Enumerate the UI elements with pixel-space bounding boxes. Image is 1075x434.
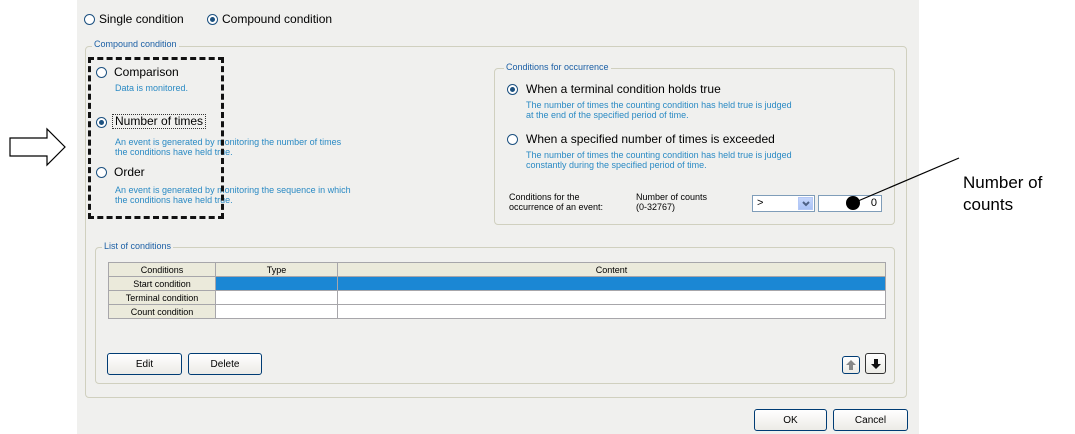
conditions-table: Conditions Type Content Start condition … — [108, 262, 886, 319]
content-cell[interactable] — [337, 276, 886, 291]
comparison-label: Comparison — [114, 65, 179, 79]
move-up-button[interactable] — [842, 356, 860, 374]
arrow-up-icon — [846, 360, 856, 370]
order-label: Order — [114, 165, 145, 179]
order-desc: An event is generated by monitoring the … — [115, 185, 351, 205]
compound-condition-label: Compound condition — [222, 12, 333, 26]
row-header: Terminal condition — [108, 290, 216, 305]
delete-button[interactable]: Delete — [188, 353, 262, 375]
exceeded-label: When a specified number of times is exce… — [526, 132, 775, 146]
callout-text: Number of counts — [963, 173, 1043, 214]
content-cell[interactable] — [337, 290, 886, 305]
type-cell[interactable] — [215, 304, 338, 319]
table-row[interactable]: Terminal condition — [108, 290, 886, 305]
row-header: Count condition — [108, 304, 216, 319]
operator-dropdown[interactable]: > — [752, 195, 815, 212]
occurrence-group-title: Conditions for occurrence — [504, 62, 611, 72]
arrow-down-icon — [870, 358, 881, 369]
number-of-counts-input[interactable]: 0 — [818, 195, 882, 212]
number-of-counts-label: Number of counts (0-32767) — [636, 192, 708, 212]
comparison-desc: Data is monitored. — [115, 83, 189, 93]
terminal-condition-desc: The number of times the counting conditi… — [526, 100, 792, 120]
column-header: Conditions — [108, 262, 216, 277]
move-down-button[interactable] — [865, 353, 886, 374]
edit-button[interactable]: Edit — [107, 353, 182, 375]
type-cell[interactable] — [215, 290, 338, 305]
ok-button[interactable]: OK — [754, 409, 827, 431]
column-header: Content — [337, 262, 886, 277]
event-occurrence-label: Conditions for the occurrence of an even… — [509, 192, 604, 212]
table-header-row: Conditions Type Content — [108, 262, 886, 277]
single-condition-label: Single condition — [99, 12, 184, 26]
content-cell[interactable] — [337, 304, 886, 319]
list-of-conditions-title: List of conditions — [102, 241, 174, 251]
table-row[interactable]: Count condition — [108, 304, 886, 319]
number-of-times-radio[interactable] — [96, 117, 107, 128]
number-of-counts-value: 0 — [870, 197, 877, 209]
number-of-times-label: Number of times — [112, 114, 207, 129]
column-header: Type — [215, 262, 338, 277]
single-condition-radio[interactable] — [84, 14, 95, 25]
type-cell[interactable] — [215, 276, 338, 291]
cancel-button[interactable]: Cancel — [833, 409, 908, 431]
chevron-down-icon[interactable] — [798, 197, 813, 210]
operator-value: > — [757, 197, 764, 209]
exceeded-radio[interactable] — [507, 134, 518, 145]
hollow-arrow-icon — [9, 127, 66, 167]
compound-condition-title: Compound condition — [92, 39, 179, 49]
table-row[interactable]: Start condition — [108, 276, 886, 291]
exceeded-desc: The number of times the counting conditi… — [526, 150, 792, 170]
order-radio[interactable] — [96, 167, 107, 178]
row-header: Start condition — [108, 276, 216, 291]
compound-condition-radio[interactable] — [207, 14, 218, 25]
comparison-radio[interactable] — [96, 67, 107, 78]
terminal-condition-radio[interactable] — [507, 84, 518, 95]
number-of-times-desc: An event is generated by monitoring the … — [115, 137, 342, 157]
terminal-condition-label: When a terminal condition holds true — [526, 82, 721, 96]
